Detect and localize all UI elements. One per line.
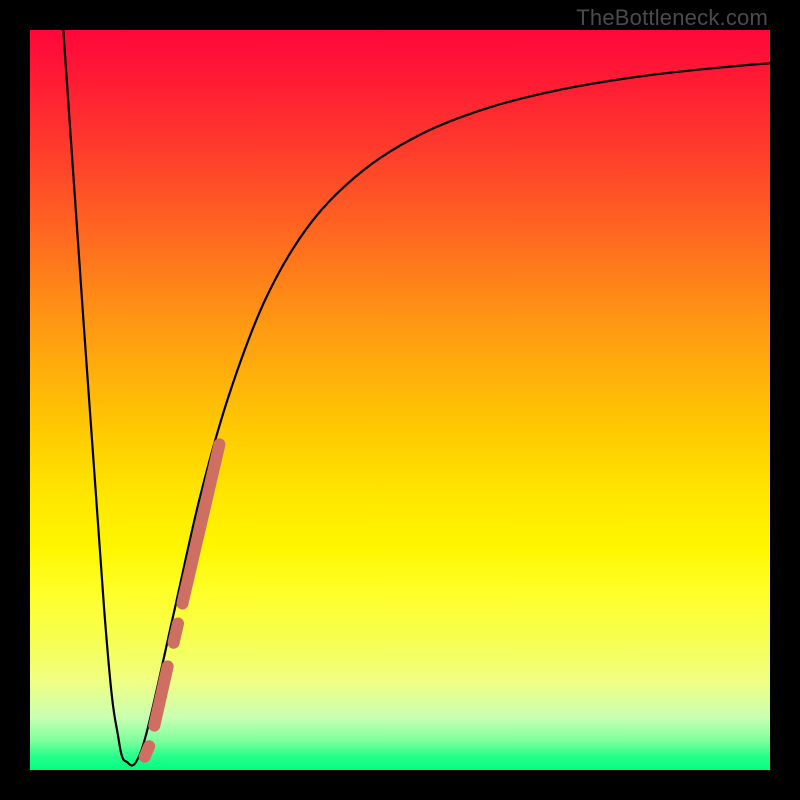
watermark-text: TheBottleneck.com <box>576 5 768 31</box>
accent-segment <box>182 444 219 603</box>
plot-area <box>30 30 770 770</box>
accent-segment <box>145 746 149 756</box>
accent-overlay <box>145 444 220 756</box>
chart-frame: TheBottleneck.com <box>0 0 800 800</box>
accent-segment <box>174 623 178 642</box>
chart-svg <box>30 30 770 770</box>
accent-segment <box>154 666 167 725</box>
bottleneck-curve <box>63 30 770 765</box>
